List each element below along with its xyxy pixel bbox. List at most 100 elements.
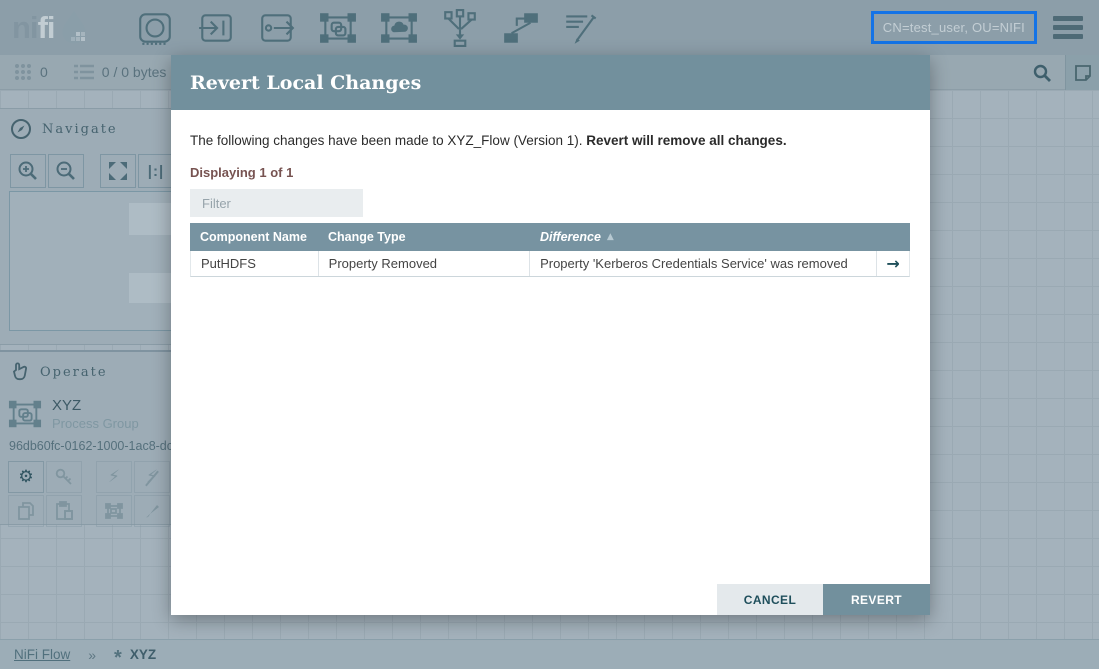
- paste-button[interactable]: [46, 495, 82, 527]
- topbar-right: CN=test_user, OU=NIFI: [871, 0, 1087, 55]
- process-group-icon: [8, 395, 42, 433]
- minimap-component: [129, 273, 172, 303]
- top-toolbar: nifi: [0, 0, 1099, 55]
- changes-table: Component Name Change Type Difference ▲ …: [190, 223, 910, 277]
- paste-icon: [54, 501, 74, 521]
- filter-input[interactable]: [190, 189, 363, 217]
- dialog-header: Revert Local Changes: [171, 55, 930, 110]
- toolbar-template[interactable]: [501, 8, 541, 48]
- intro-bold: Revert will remove all changes.: [586, 133, 786, 148]
- copy-button[interactable]: [8, 495, 44, 527]
- key-icon: [54, 467, 74, 487]
- navigate-title: Navigate: [42, 122, 118, 137]
- toolbar-label[interactable]: [562, 8, 602, 48]
- copy-icon: [16, 501, 36, 521]
- revert-local-changes-dialog: Revert Local Changes The following chang…: [171, 55, 930, 615]
- process-group-icon: [319, 9, 357, 47]
- minimap-component: [129, 203, 172, 235]
- group-icon: [104, 501, 124, 521]
- funnel-icon: [441, 9, 479, 47]
- label-icon: [562, 9, 602, 47]
- cell-go-to: →: [877, 251, 909, 276]
- global-menu-button[interactable]: [1049, 12, 1087, 43]
- column-change-type[interactable]: Change Type: [318, 230, 530, 244]
- zoom-fit-button[interactable]: [100, 154, 136, 188]
- actual-size-button[interactable]: |:|: [138, 154, 174, 188]
- toolbar-processor[interactable]: [135, 8, 175, 48]
- logo-text-ni: ni: [12, 10, 38, 46]
- configuration-button[interactable]: ⚙: [8, 461, 44, 493]
- cell-difference: Property 'Kerberos Credentials Service' …: [530, 251, 877, 276]
- disable-button[interactable]: ⚡: [134, 461, 170, 493]
- processor-icon: [136, 9, 174, 47]
- input-port-icon: [197, 9, 235, 47]
- cell-component-name: PutHDFS: [191, 251, 319, 276]
- go-to-component-icon[interactable]: →: [886, 254, 899, 273]
- hamburger-icon: [1053, 16, 1083, 21]
- toolbar-process-group[interactable]: [318, 8, 358, 48]
- enable-button[interactable]: ⚡: [96, 461, 132, 493]
- queued-icon: [74, 64, 94, 80]
- intro-normal: The following changes have been made to …: [190, 133, 586, 148]
- gear-icon: ⚙: [18, 467, 33, 487]
- color-brush-icon: [142, 501, 162, 521]
- disable-bolt-icon: ⚡: [146, 467, 158, 487]
- column-component-name[interactable]: Component Name: [190, 230, 318, 244]
- hand-icon: [10, 361, 30, 383]
- cancel-button[interactable]: CANCEL: [717, 584, 823, 615]
- zoom-fit-icon: [107, 160, 129, 182]
- current-user-badge[interactable]: CN=test_user, OU=NIFI: [871, 11, 1037, 44]
- component-type: Process Group: [52, 416, 139, 431]
- column-difference[interactable]: Difference ▲: [530, 230, 878, 244]
- search-icon: [1032, 63, 1052, 83]
- dialog-body: The following changes have been made to …: [171, 110, 930, 277]
- toolbar-output-port[interactable]: [257, 8, 297, 48]
- dialog-footer: CANCEL REVERT: [717, 584, 930, 615]
- remote-process-group-icon: [380, 9, 418, 47]
- zoom-in-icon: [17, 160, 39, 182]
- access-policies-button[interactable]: [46, 461, 82, 493]
- sort-asc-icon: ▲: [607, 232, 614, 242]
- dialog-title: Revert Local Changes: [190, 72, 421, 94]
- revert-button[interactable]: REVERT: [823, 584, 930, 615]
- toolbar-input-port[interactable]: [196, 8, 236, 48]
- cell-change-type: Property Removed: [319, 251, 530, 276]
- enable-bolt-icon: ⚡: [108, 467, 120, 487]
- operate-component-text: XYZ Process Group: [52, 397, 139, 431]
- group-button[interactable]: [96, 495, 132, 527]
- active-threads-count: 0: [40, 64, 48, 80]
- displaying-count: Displaying 1 of 1: [190, 165, 910, 180]
- note-icon: [1074, 64, 1092, 82]
- operate-title: Operate: [40, 365, 108, 380]
- zoom-in-button[interactable]: [10, 154, 46, 188]
- active-threads-stat: 0: [14, 63, 48, 81]
- toolbar-funnel[interactable]: [440, 8, 480, 48]
- zoom-out-icon: [55, 160, 77, 182]
- breadcrumb-root-link[interactable]: NiFi Flow: [14, 647, 70, 662]
- output-port-icon: [258, 9, 296, 47]
- local-changes-asterisk-icon: *: [114, 653, 122, 663]
- compass-icon: [10, 118, 32, 140]
- breadcrumb-separator: »: [88, 647, 96, 663]
- bulletin-button[interactable]: [1065, 55, 1099, 90]
- table-header-row: Component Name Change Type Difference ▲: [190, 223, 910, 251]
- dialog-intro-text: The following changes have been made to …: [190, 132, 910, 150]
- component-name: XYZ: [52, 397, 139, 414]
- nifi-drop-icon: [55, 8, 93, 48]
- queued-count: 0 / 0 bytes: [102, 64, 167, 80]
- color-button[interactable]: [134, 495, 170, 527]
- nifi-app: nifi: [0, 0, 1099, 669]
- threads-icon: [14, 63, 32, 81]
- breadcrumb-current: XYZ: [130, 647, 156, 662]
- table-row: PutHDFS Property Removed Property 'Kerbe…: [190, 251, 910, 277]
- template-icon: [501, 9, 541, 47]
- component-toolbar: [135, 8, 602, 48]
- queued-stat: 0 / 0 bytes: [74, 64, 167, 80]
- logo-text-fi: fi: [38, 10, 55, 46]
- toolbar-remote-process-group[interactable]: [379, 8, 419, 48]
- statusbar-right: [1019, 55, 1099, 90]
- breadcrumb: NiFi Flow » * XYZ: [0, 639, 1099, 669]
- actual-size-icon: |:|: [148, 163, 164, 180]
- zoom-out-button[interactable]: [48, 154, 84, 188]
- search-button[interactable]: [1019, 55, 1065, 90]
